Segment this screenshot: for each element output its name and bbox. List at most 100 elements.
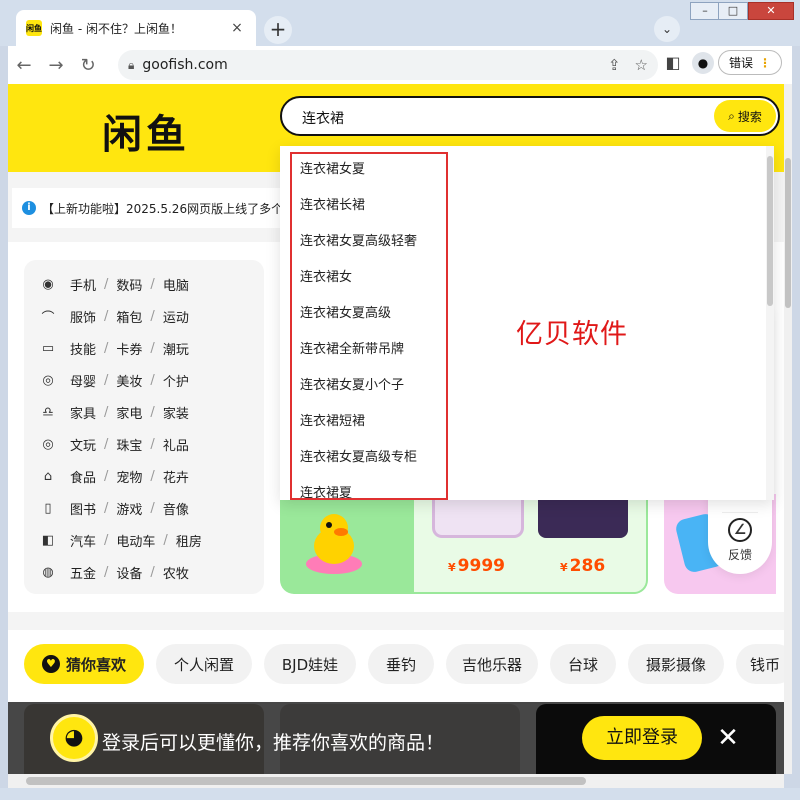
lock-icon[interactable]: 🔒︎ xyxy=(128,58,134,73)
browser-tab[interactable]: 闲鱼 闲鱼 - 闲不住？上闲鱼！ × xyxy=(16,10,256,46)
category-link[interactable]: 租房 xyxy=(176,531,202,550)
category-link[interactable]: 技能 xyxy=(70,339,96,358)
window-close-button[interactable]: ✕ xyxy=(748,2,794,20)
category-tab[interactable]: 吉他乐器 xyxy=(446,644,538,684)
category-row: ▯ 图书 / 游戏 / 音像 xyxy=(40,498,189,518)
category-separator: / xyxy=(104,468,109,484)
category-tab[interactable]: 摄影摄像 xyxy=(628,644,724,684)
category-link[interactable]: 农牧 xyxy=(163,563,189,582)
suggestion-item[interactable]: 连衣裙女夏高级专柜 xyxy=(300,446,417,465)
side-nav-item[interactable]: ∠ 反馈 xyxy=(708,518,772,563)
tab-close-icon[interactable]: × xyxy=(228,20,246,36)
browser-toolbar: ← → ↻ 🔒︎ goofish.com ⇪ ☆ ◧ ● 错误 ⋮ xyxy=(8,46,792,84)
category-link[interactable]: 游戏 xyxy=(116,499,142,518)
category-link[interactable]: 设备 xyxy=(116,563,142,582)
suggestion-item[interactable]: 连衣裙短裙 xyxy=(300,410,365,429)
product-image-dress[interactable] xyxy=(432,494,524,538)
category-tab[interactable]: BJD娃娃 xyxy=(264,644,356,684)
category-link[interactable]: 家具 xyxy=(70,403,96,422)
profile-avatar-icon[interactable]: ● xyxy=(692,51,714,74)
phone-icon: ◉ xyxy=(42,276,54,292)
category-link[interactable]: 汽车 xyxy=(70,531,96,550)
tab-search-button[interactable]: ⌄ xyxy=(654,16,680,42)
horizontal-scroll-thumb[interactable] xyxy=(26,777,586,785)
back-arrow-icon[interactable]: ← xyxy=(8,55,40,76)
close-icon[interactable]: ✕ xyxy=(712,722,744,754)
category-link[interactable]: 食品 xyxy=(70,467,96,486)
reload-icon[interactable]: ↻ xyxy=(72,55,104,76)
xianyu-logo[interactable]: 闲鱼 xyxy=(102,102,190,160)
category-tab[interactable]: 垂钓 xyxy=(368,644,434,684)
category-link[interactable]: 美妆 xyxy=(116,371,142,390)
category-separator: / xyxy=(150,340,155,356)
category-link[interactable]: 文玩 xyxy=(70,435,96,454)
login-button[interactable]: 立即登录 xyxy=(582,716,702,760)
category-row: ♎ 家具 / 家电 / 家装 xyxy=(40,402,189,422)
search-button[interactable]: ⌕ 搜索 xyxy=(714,100,776,132)
price-value-1: 9999 xyxy=(457,556,505,576)
suggestions-scrollbar[interactable] xyxy=(766,146,774,500)
category-link[interactable]: 母婴 xyxy=(70,371,96,390)
category-link[interactable]: 宠物 xyxy=(116,467,142,486)
forward-arrow-icon[interactable]: → xyxy=(40,55,72,76)
category-link[interactable]: 电动车 xyxy=(116,531,155,550)
suggestion-item[interactable]: 连衣裙女夏高级轻奢 xyxy=(300,230,417,249)
url-text[interactable]: goofish.com xyxy=(142,57,594,73)
category-link[interactable]: 花卉 xyxy=(163,467,189,486)
category-link[interactable]: 珠宝 xyxy=(116,435,142,454)
category-tab[interactable]: 个人闲置 xyxy=(156,644,252,684)
category-separator: / xyxy=(104,436,109,452)
share-icon[interactable]: ⇪ xyxy=(608,56,621,74)
announcement-banner[interactable]: i 【上新功能啦】2025.5.26网页版上线了多个 xyxy=(12,188,282,228)
suggestion-item[interactable]: 连衣裙女夏小个子 xyxy=(300,374,404,393)
category-link[interactable]: 手机 xyxy=(70,275,96,294)
side-panel-icon[interactable]: ◧ xyxy=(658,53,688,72)
category-link[interactable]: 卡券 xyxy=(116,339,142,358)
product-image-game[interactable] xyxy=(538,494,628,538)
category-link[interactable]: 家电 xyxy=(116,403,142,422)
suggestion-item[interactable]: 连衣裙女夏高级 xyxy=(300,302,391,321)
login-prompt-text: 登录后可以更懂你，推荐你喜欢的商品！ xyxy=(102,732,445,754)
category-tab[interactable]: 台球 xyxy=(550,644,616,684)
category-link[interactable]: 家装 xyxy=(163,403,189,422)
category-link[interactable]: 运动 xyxy=(163,307,189,326)
product-price-2[interactable]: ¥286 xyxy=(560,556,605,576)
category-tab[interactable]: 钱币 xyxy=(736,644,784,684)
category-separator: / xyxy=(104,564,109,580)
suggestion-item[interactable]: 连衣裙女 xyxy=(300,266,352,285)
window-minimize-button[interactable]: – xyxy=(690,2,720,20)
food-icon: ⌂ xyxy=(43,468,53,484)
suggestion-item[interactable]: 连衣裙全新带吊牌 xyxy=(300,338,404,357)
product-price-1[interactable]: ¥9999 xyxy=(448,556,505,576)
address-bar[interactable]: 🔒︎ goofish.com ⇪ ☆ xyxy=(118,50,658,80)
category-row: ▭ 技能 / 卡券 / 潮玩 xyxy=(40,338,189,358)
watermark-text: 亿贝软件 xyxy=(516,319,628,350)
window-maximize-button[interactable]: □ xyxy=(718,2,748,20)
page-vertical-scrollbar[interactable] xyxy=(784,84,792,774)
suggestion-item[interactable]: 连衣裙女夏 xyxy=(300,158,365,177)
tab-guess-you-like[interactable]: ♥ 猜你喜欢 xyxy=(24,644,144,684)
category-separator: / xyxy=(163,532,168,548)
search-input[interactable]: 连衣裙 xyxy=(302,108,344,128)
category-link[interactable]: 潮玩 xyxy=(163,339,189,358)
category-link[interactable]: 电脑 xyxy=(163,275,189,294)
vertical-scroll-thumb[interactable] xyxy=(785,158,791,308)
suggestion-item[interactable]: 连衣裙夏 xyxy=(300,482,352,500)
suggestion-item[interactable]: 连衣裙长裙 xyxy=(300,194,365,213)
category-link[interactable]: 个护 xyxy=(163,371,189,390)
ticket-icon: ▭ xyxy=(41,340,55,356)
new-tab-button[interactable]: + xyxy=(264,16,292,44)
category-link[interactable]: 箱包 xyxy=(116,307,142,326)
category-link[interactable]: 图书 xyxy=(70,499,96,518)
search-box[interactable]: 连衣裙 ⌕ 搜索 xyxy=(280,96,780,136)
suggestions-scroll-thumb[interactable] xyxy=(767,156,773,306)
category-link[interactable]: 音像 xyxy=(163,499,189,518)
category-link[interactable]: 服饰 xyxy=(70,307,96,326)
category-link[interactable]: 五金 xyxy=(70,563,96,582)
category-separator: / xyxy=(150,436,155,452)
category-link[interactable]: 数码 xyxy=(116,275,142,294)
error-button[interactable]: 错误 ⋮ xyxy=(718,50,783,75)
bookmark-star-icon[interactable]: ☆ xyxy=(635,56,648,74)
category-link[interactable]: 礼品 xyxy=(163,435,189,454)
page-horizontal-scrollbar[interactable] xyxy=(8,774,784,788)
